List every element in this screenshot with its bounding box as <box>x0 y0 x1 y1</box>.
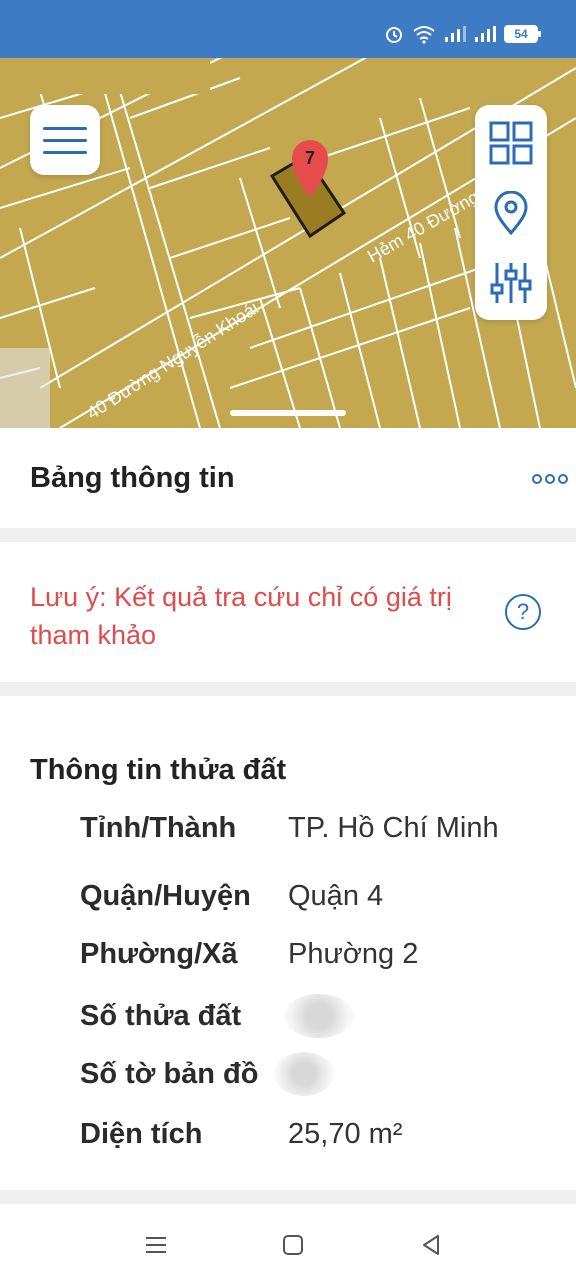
note-box: Lưu ý: Kết quả tra cứu chỉ có giá trị th… <box>0 542 576 682</box>
row-map-sheet: Số tờ bản đồ <box>80 1052 560 1098</box>
menu-icon-line <box>43 138 87 142</box>
row-ward: Phường/Xã Phường 2 <box>80 938 560 978</box>
street-label-nguyen-khoai: 40 Đường Nguyễn Khoái <box>83 297 262 424</box>
row-label: Diện tích <box>80 1118 203 1150</box>
grid-view-icon[interactable] <box>489 121 533 165</box>
row-label: Số tờ bản đồ <box>80 1058 259 1090</box>
row-label: Tỉnh/Thành <box>80 812 237 844</box>
alarm-icon <box>386 27 402 43</box>
battery-indicator: 54 <box>504 25 541 43</box>
row-parcel-number: Số thửa đất <box>80 994 560 1040</box>
row-label: Phường/Xã <box>80 938 238 970</box>
row-label: Quận/Huyện <box>80 880 251 912</box>
status-icons: 54 <box>384 24 541 44</box>
status-bar: 54 <box>0 0 576 58</box>
row-label: Số thửa đất <box>80 1000 242 1032</box>
divider <box>0 682 576 696</box>
menu-button[interactable] <box>30 105 100 175</box>
svg-text:7: 7 <box>305 148 315 168</box>
location-pin-icon[interactable] <box>489 191 533 235</box>
recent-apps-icon[interactable] <box>143 1232 169 1258</box>
row-value: TP. Hồ Chí Minh <box>288 812 499 844</box>
parcel-info-section: Thông tin thửa đất Tỉnh/Thành TP. Hồ Chí… <box>0 696 576 1190</box>
more-options-icon[interactable] <box>532 474 568 486</box>
parcel-info-title: Thông tin thửa đất <box>30 754 287 786</box>
row-value: Quận 4 <box>288 880 384 912</box>
wifi-icon <box>413 26 435 44</box>
drag-handle[interactable] <box>230 410 346 416</box>
panel-title: Bảng thông tin <box>30 462 235 494</box>
row-value: 25,70 m² <box>288 1118 403 1150</box>
row-province: Tỉnh/Thành TP. Hồ Chí Minh <box>80 812 560 852</box>
menu-icon-line <box>43 150 87 154</box>
home-icon[interactable] <box>280 1232 306 1258</box>
help-icon[interactable]: ? <box>505 594 541 630</box>
redacted-value <box>274 1052 334 1096</box>
redacted-value <box>284 994 354 1038</box>
signal-icon-2 <box>475 26 496 42</box>
signal-icon <box>445 26 466 42</box>
info-panel-header: Bảng thông tin <box>0 428 576 528</box>
back-icon[interactable] <box>418 1232 444 1258</box>
divider <box>0 1190 576 1204</box>
menu-icon <box>43 126 87 130</box>
divider <box>0 528 576 542</box>
filter-sliders-icon[interactable] <box>489 261 533 305</box>
row-district: Quận/Huyện Quận 4 <box>80 880 560 920</box>
system-nav-bar <box>0 1204 576 1280</box>
row-value: Phường 2 <box>288 938 419 970</box>
map-tools-panel <box>475 105 547 320</box>
row-area: Diện tích 25,70 m² <box>80 1118 560 1158</box>
note-text: Lưu ý: Kết quả tra cứu chỉ có giá trị th… <box>30 582 452 650</box>
